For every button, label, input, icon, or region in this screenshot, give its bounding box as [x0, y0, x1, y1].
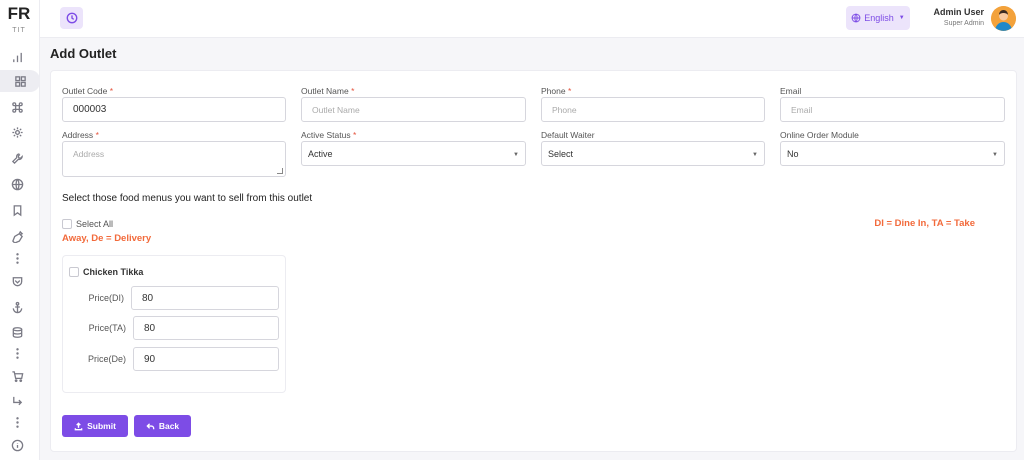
price-legend-part1: DI = Dine In, TA = Take	[874, 218, 975, 229]
price-de-input[interactable]: 90	[133, 347, 279, 371]
menu-item-checkbox[interactable]	[69, 267, 79, 277]
pen-tool-icon[interactable]	[4, 227, 30, 245]
price-di-input[interactable]: 80	[131, 286, 279, 310]
phone-input[interactable]: Phone	[541, 97, 765, 122]
chevron-down-icon: ▼	[992, 152, 998, 158]
default-waiter-label: Default Waiter	[541, 130, 595, 140]
database-icon[interactable]	[4, 323, 30, 341]
price-de-label: Price(De)	[87, 354, 126, 364]
command-icon[interactable]	[4, 98, 30, 116]
user-role: Super Admin	[943, 20, 984, 27]
more-vertical-icon-3[interactable]	[4, 413, 30, 431]
active-status-select[interactable]: Active ▼	[301, 141, 526, 166]
address-textarea[interactable]: Address	[62, 141, 286, 177]
email-input[interactable]: Email	[780, 97, 1005, 122]
bookmark-icon[interactable]	[4, 201, 30, 219]
brand-logo-subtitle: TIT	[12, 27, 26, 34]
reply-arrow-icon	[146, 422, 155, 429]
globe-icon[interactable]	[4, 175, 30, 193]
address-label: Address *	[62, 130, 99, 140]
outlet-name-label: Outlet Name *	[301, 86, 355, 96]
chevron-down-icon: ▼	[898, 15, 905, 21]
active-status-label: Active Status *	[301, 130, 357, 140]
more-vertical-icon[interactable]	[4, 249, 30, 267]
grid-icon[interactable]	[0, 70, 40, 92]
pocket-icon[interactable]	[4, 272, 30, 290]
price-di-label: Price(DI)	[88, 293, 125, 303]
price-ta-input[interactable]: 80	[133, 316, 279, 340]
chevron-down-icon: ▼	[752, 152, 758, 158]
select-all-label[interactable]: Select All	[76, 219, 113, 229]
price-legend-part2: Away, De = Delivery	[62, 233, 152, 244]
select-all-checkbox[interactable]	[62, 219, 72, 229]
language-label: English	[864, 13, 894, 23]
top-bar: English ▼ Admin User Super Admin	[40, 0, 1024, 38]
more-vertical-icon-2[interactable]	[4, 344, 30, 362]
submit-button[interactable]: Submit	[62, 415, 128, 437]
submit-label: Submit	[87, 421, 116, 431]
clock-icon	[66, 12, 77, 24]
globe-icon	[851, 13, 861, 23]
corner-down-right-icon[interactable]	[4, 392, 30, 410]
address-placeholder: Address	[73, 149, 105, 159]
upload-icon	[74, 421, 83, 430]
price-ta-label: Price(TA)	[88, 323, 126, 333]
outlet-code-label: Outlet Code *	[62, 86, 114, 96]
brand-logo[interactable]: FR	[0, 4, 38, 24]
chevron-down-icon: ▼	[513, 152, 519, 158]
settings-gear-icon[interactable]	[4, 123, 30, 141]
online-order-select[interactable]: No ▼	[780, 141, 1005, 166]
avatar[interactable]	[991, 6, 1016, 31]
user-name[interactable]: Admin User	[920, 7, 984, 17]
outlet-code-input[interactable]: 000003	[62, 97, 286, 122]
online-order-label: Online Order Module	[780, 130, 859, 140]
clock-button[interactable]	[60, 7, 83, 29]
email-label: Email	[780, 86, 802, 96]
default-waiter-value: Select	[548, 148, 574, 159]
anchor-icon[interactable]	[4, 298, 30, 316]
sidebar: FR TIT	[0, 0, 40, 460]
default-waiter-select[interactable]: Select ▼	[541, 141, 765, 166]
menu-item-name: Chicken Tikka	[83, 267, 144, 277]
info-circle-icon[interactable]	[4, 436, 30, 454]
food-menus-section-title: Select those food menus you want to sell…	[62, 193, 313, 204]
shopping-cart-icon[interactable]	[4, 367, 30, 385]
back-label: Back	[158, 421, 180, 431]
online-order-value: No	[787, 148, 799, 159]
phone-label: Phone *	[541, 86, 572, 96]
resize-handle-icon[interactable]	[277, 168, 283, 174]
page-title: Add Outlet	[50, 46, 117, 61]
dashboard-chart-icon[interactable]	[4, 48, 30, 66]
language-dropdown[interactable]: English ▼	[846, 6, 910, 30]
active-status-value: Active	[308, 148, 333, 159]
back-button[interactable]: Back	[134, 415, 191, 437]
wrench-icon[interactable]	[4, 149, 30, 167]
outlet-name-input[interactable]: Outlet Name	[301, 97, 526, 122]
